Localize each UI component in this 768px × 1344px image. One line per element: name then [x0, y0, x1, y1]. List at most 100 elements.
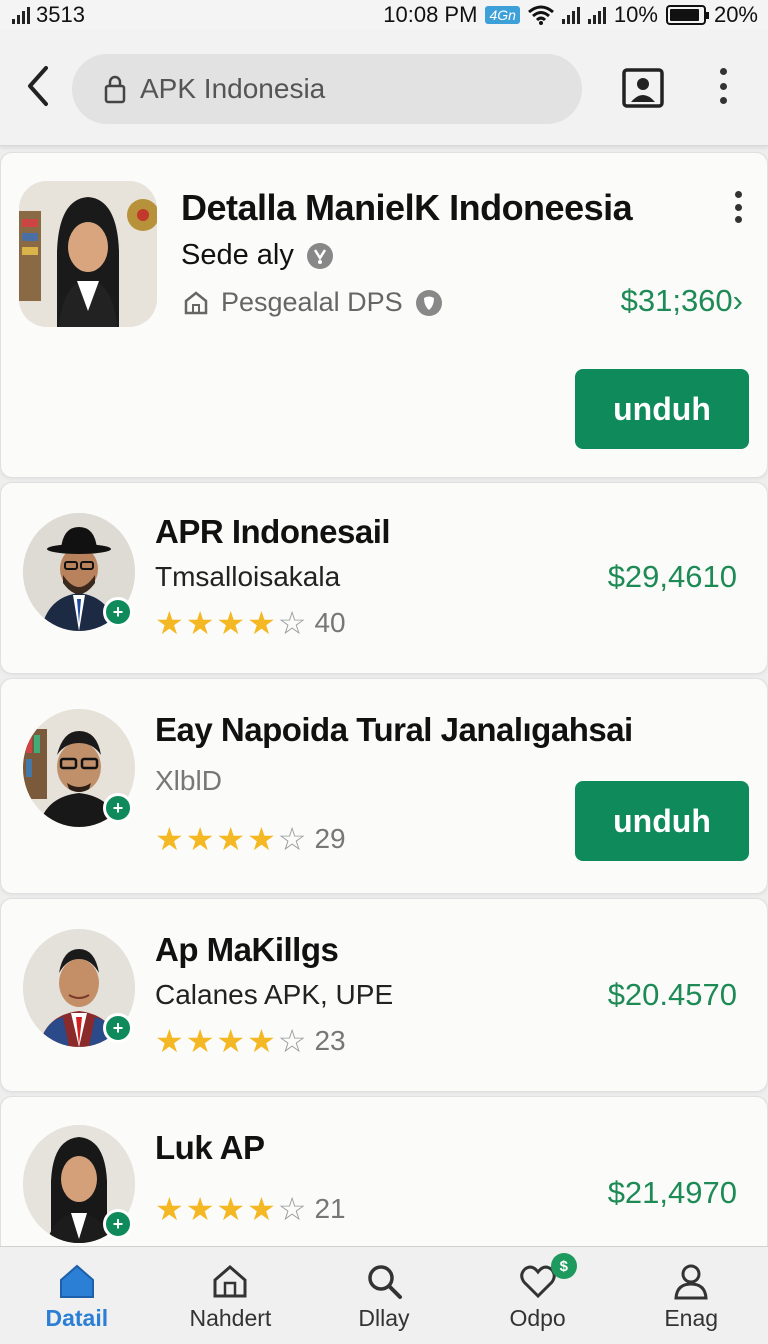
search-placeholder: APK Indonesia — [140, 73, 326, 104]
star-icon: ★ — [247, 821, 276, 857]
app-name: Eay Napoida Tural Janalıgahsai — [155, 711, 633, 748]
app-avatar: + — [23, 513, 135, 631]
card-more-icon[interactable] — [735, 191, 742, 223]
status-bar: 3513 10:08 PM 4Gn 10% 20% — [0, 0, 768, 30]
app-list-item[interactable]: + Eay Napoida Tural Janalıgahsai XlblD ★… — [0, 678, 768, 894]
rating-count: 21 — [314, 1193, 346, 1224]
nav-label: Nahdert — [189, 1305, 272, 1331]
app-name: Luk AP — [155, 1129, 265, 1166]
nav-label: Odpo — [509, 1305, 566, 1331]
app-list-item[interactable]: + APR Indonesail Tmsalloisakala ★ ★ ★ ★ ☆ 40… — [0, 482, 768, 674]
star-icon: ★ — [185, 1023, 215, 1059]
battery-icon — [665, 5, 709, 25]
star-icon: ★ — [247, 1023, 276, 1059]
app-list-item[interactable]: + Luk AP ★ ★ ★ ★ ☆ 21 $21,4970 — [0, 1096, 768, 1266]
featured-subtitle-row: Sede aly — [181, 239, 334, 272]
overflow-menu-icon[interactable] — [712, 64, 734, 108]
app-subtitle: Calanes APK, UPE — [155, 979, 394, 1010]
nav-item-enag[interactable]: Enag — [614, 1247, 768, 1344]
status-left: 3513 — [12, 2, 85, 28]
app-rating: ★ ★ ★ ★ ☆ 29 — [155, 823, 346, 855]
app-price: $20.4570 — [607, 977, 737, 1012]
nav-label: Enag — [664, 1305, 719, 1331]
star-icon: ★ — [216, 821, 246, 857]
star-empty-icon: ☆ — [277, 821, 307, 857]
star-icon: ★ — [185, 1191, 215, 1227]
signal-icon — [12, 6, 30, 24]
notification-badge: $ — [550, 1253, 577, 1279]
featured-meta: Pesgealal DPS — [221, 287, 403, 317]
bottom-navigation: Datail Nahdert Dllay $ Odpo Enag — [0, 1246, 768, 1344]
app-list-item[interactable]: + Ap MaKillgs Calanes APK, UPE ★ ★ ★ ★ ☆ 23 … — [0, 898, 768, 1092]
add-badge-icon[interactable]: + — [103, 1209, 133, 1239]
featured-avatar — [19, 181, 157, 327]
app-rating: ★ ★ ★ ★ ☆ 23 — [155, 1025, 346, 1057]
rating-count: 23 — [314, 1025, 346, 1056]
nav-item-nahdert[interactable]: Nahdert — [154, 1247, 308, 1344]
account-box-icon[interactable] — [622, 68, 664, 108]
add-badge-icon[interactable]: + — [103, 1013, 133, 1043]
star-icon: ★ — [155, 1191, 184, 1227]
app-avatar: + — [23, 929, 135, 1047]
nav-label: Datail — [45, 1305, 109, 1331]
app-price: $29,4610 — [607, 559, 737, 594]
signal-icon-2 — [561, 6, 580, 24]
status-time: 10:08 PM — [383, 2, 478, 27]
extra-percent: 20% — [713, 2, 758, 27]
battery-percent: 10% — [613, 2, 658, 27]
download-button[interactable]: unduh — [575, 781, 749, 861]
lock-icon — [104, 75, 126, 104]
battery-fill — [669, 9, 699, 21]
featured-title: Detalla ManielK Indoneesia — [181, 187, 633, 228]
star-icon: ★ — [247, 1191, 276, 1227]
app-rating: ★ ★ ★ ★ ☆ 40 — [155, 607, 346, 639]
nav-item-odpo[interactable]: $ Odpo — [461, 1247, 615, 1344]
nav-label: Dllay — [358, 1305, 410, 1331]
star-icon: ★ — [216, 1023, 246, 1059]
star-empty-icon: ☆ — [277, 605, 307, 641]
download-label: unduh — [613, 802, 711, 839]
app-avatar: + — [23, 1125, 135, 1243]
featured-download-button[interactable]: unduh — [575, 369, 749, 449]
star-icon: ★ — [155, 821, 184, 857]
app-name: Ap MaKillgs — [155, 931, 339, 968]
star-empty-icon: ☆ — [277, 1023, 307, 1059]
wifi-icon — [527, 5, 554, 25]
network-badge: 4Gn — [485, 6, 520, 24]
star-icon: ★ — [185, 605, 215, 641]
search-input[interactable]: APK Indonesia — [72, 54, 582, 124]
price-chevron: › — [732, 283, 743, 318]
back-arrow-icon[interactable] — [20, 60, 56, 112]
star-icon: ★ — [216, 1191, 246, 1227]
app-subtitle: Tmsalloisakala — [155, 561, 341, 592]
app-subtitle: XlblD — [155, 765, 222, 796]
featured-price: $31;360› — [621, 283, 743, 319]
star-icon: ★ — [155, 1023, 184, 1059]
featured-subtitle: Sede aly — [181, 239, 294, 271]
star-icon: ★ — [155, 605, 184, 641]
rating-count: 40 — [314, 607, 346, 638]
nav-item-dllay[interactable]: Dllay — [307, 1247, 461, 1344]
star-icon: ★ — [185, 821, 215, 857]
app-name: APR Indonesail — [155, 513, 391, 550]
home-outline-icon — [213, 1265, 247, 1298]
download-label: unduh — [613, 390, 711, 427]
add-badge-icon[interactable]: + — [103, 793, 133, 823]
nav-item-datail[interactable]: Datail — [0, 1247, 154, 1344]
verified-badge-icon — [306, 242, 333, 269]
search-icon — [368, 1265, 402, 1299]
top-app-bar: APK Indonesia — [0, 30, 768, 146]
featured-meta-row: Pesgealal DPS — [183, 287, 443, 318]
home-filled-icon — [59, 1264, 94, 1298]
app-price: $21,4970 — [607, 1175, 737, 1210]
add-badge-icon[interactable]: + — [103, 597, 133, 627]
featured-app-card[interactable]: Detalla ManielK Indoneesia Sede aly Pesg… — [0, 152, 768, 478]
star-icon: ★ — [216, 605, 246, 641]
status-right: 10:08 PM 4Gn 10% 20% — [383, 2, 758, 28]
app-avatar: + — [23, 709, 135, 827]
app-rating: ★ ★ ★ ★ ☆ 21 — [155, 1193, 346, 1225]
shield-icon — [415, 289, 442, 316]
carrier-label: 3513 — [36, 2, 85, 27]
rating-count: 29 — [314, 823, 346, 854]
featured-price-value: $31;360 — [620, 283, 733, 318]
